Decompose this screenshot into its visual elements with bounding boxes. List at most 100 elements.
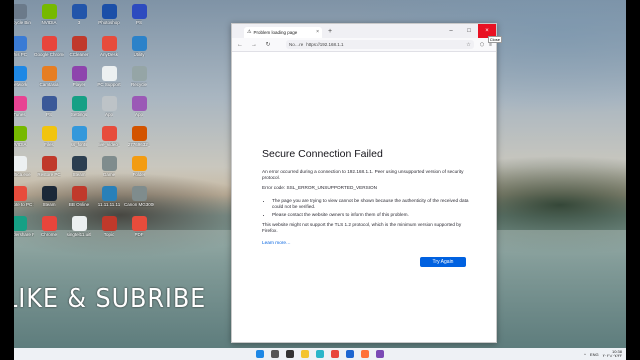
start-icon[interactable] — [256, 350, 264, 358]
edge-icon[interactable] — [316, 350, 324, 358]
desktop-icon[interactable]: Canon MG3000 — [124, 186, 154, 216]
desktop-icon[interactable]: 11.11.11.11 — [94, 186, 124, 216]
desktop-icon[interactable]: 3 — [64, 4, 94, 34]
desktop-icon[interactable]: ss_fonts — [64, 126, 94, 156]
taskbar-apps — [256, 350, 384, 358]
desktop-icon-label: singtel11.uitl — [66, 232, 92, 237]
desktop-icon-label: PDF — [134, 232, 144, 237]
desktop-icon[interactable]: PDF — [124, 216, 154, 246]
desktop-icon[interactable]: App — [124, 96, 154, 126]
minimize-button[interactable]: – — [442, 24, 460, 38]
new-tab-button[interactable]: + — [328, 28, 332, 35]
desktop-icon[interactable]: Steam — [34, 186, 64, 216]
desktop-icon[interactable]: Topic — [94, 216, 124, 246]
desktop-app-icon — [41, 96, 57, 111]
desktop-icon[interactable]: Steam — [64, 156, 94, 186]
desktop-icon[interactable]: 27769632_ — [124, 126, 154, 156]
desktop-icon-label: Settings — [70, 112, 88, 117]
desktop-icon[interactable]: singtel11.uitl — [64, 216, 94, 246]
tab-close-icon[interactable]: × — [316, 29, 319, 35]
reload-button[interactable]: ↻ — [264, 41, 272, 48]
desktop-app-icon — [101, 66, 117, 81]
file-explorer-icon[interactable] — [301, 350, 309, 358]
desktop-icon[interactable]: Files — [34, 126, 64, 156]
url-text[interactable]: https://192.168.1.1 — [306, 42, 343, 47]
desktop-icon[interactable]: Recycle — [124, 66, 154, 96]
desktop-icon-label: PS — [45, 112, 52, 117]
url-bar[interactable]: No…re https://192.168.1.1 ☆ — [286, 40, 474, 49]
error-title: Secure Connection Failed — [262, 148, 383, 160]
desktop-icon-label: NVIDIA — [41, 20, 57, 25]
firefox-icon[interactable] — [361, 350, 369, 358]
desktop-app-icon — [41, 216, 57, 231]
desktop-app-icon — [41, 4, 57, 19]
error-bullets: The page you are trying to view cannot b… — [272, 198, 477, 219]
desktop-icon[interactable]: PS — [124, 4, 154, 34]
tab-problem-loading[interactable]: ⚠ Problem loading page × — [244, 26, 322, 38]
clock[interactable]: 10:38 ۲۰۲۱/۰۷/۲۲ — [603, 349, 622, 359]
desktop-icon[interactable]: Google Chrome — [34, 36, 64, 66]
desktop-icon-label: live_video_ — [97, 142, 121, 147]
desktop-app-icon — [101, 216, 117, 231]
desktop-app-icon — [131, 156, 147, 171]
desktop-icon[interactable]: CCleaner — [64, 36, 94, 66]
error-note: This website might not support the TLS 1… — [262, 222, 462, 234]
taskbar: ^ ENG 10:38 ۲۰۲۱/۰۷/۲۲ — [0, 348, 640, 360]
desktop-icon-grid: Recycle Bin NVIDIA 3 Photoshop PS This PC Goog… — [2, 2, 154, 332]
desktop-app-icon — [131, 66, 147, 81]
error-bullet: The page you are trying to view cannot b… — [272, 198, 477, 210]
bookmark-star-icon[interactable]: ☆ — [466, 42, 470, 48]
store-icon[interactable] — [346, 350, 354, 358]
desktop-icon[interactable]: live_video_ — [94, 126, 124, 156]
desktop-icon-label: Folder — [132, 172, 146, 177]
desktop-app-icon — [71, 36, 87, 51]
desktop-icon[interactable]: BB Online — [64, 186, 94, 216]
desktop-icon[interactable]: AnyDesk — [94, 36, 124, 66]
forward-button[interactable]: → — [250, 42, 258, 48]
desktop-icon[interactable]: Settings — [64, 96, 94, 126]
language-indicator[interactable]: ENG — [590, 352, 599, 357]
chrome-icon[interactable] — [331, 350, 339, 358]
learn-more-link[interactable]: Learn more… — [262, 240, 477, 245]
desktop-icon[interactable]: Folder — [124, 156, 154, 186]
desktop-icon[interactable]: Photoshop — [94, 4, 124, 34]
desktop-app-icon — [131, 216, 147, 231]
desktop-icon-label: Google Chrome — [34, 52, 64, 57]
desktop-icon[interactable]: Camtasia — [34, 66, 64, 96]
desktop-icon-label: Topic — [103, 232, 115, 237]
desktop-app-icon — [101, 186, 117, 201]
try-again-button[interactable]: Try Again — [420, 257, 466, 267]
desktop-app-icon — [71, 96, 87, 111]
search-icon[interactable] — [271, 350, 279, 358]
maximize-button[interactable]: □ — [460, 24, 478, 38]
security-indicator[interactable]: No…re — [289, 42, 303, 47]
task-view-icon[interactable] — [286, 350, 294, 358]
desktop-icon-label: AnyDesk — [99, 52, 118, 57]
desktop-app-icon — [101, 156, 117, 171]
desktop-icon[interactable]: PC Support — [94, 66, 124, 96]
desktop-icon-label: Restore PC — [37, 172, 61, 177]
desktop-icon-label: Canon MG3000 — [124, 202, 154, 207]
pocket-icon[interactable]: ⬡ — [480, 42, 484, 48]
desktop-icon[interactable]: Restore PC — [34, 156, 64, 186]
desktop-app-icon — [101, 96, 117, 111]
desktop-icon[interactable]: App — [94, 96, 124, 126]
desktop-app-icon — [131, 186, 147, 201]
desktop-icon[interactable]: PS — [34, 96, 64, 126]
desktop-icon-label: Utility — [133, 52, 145, 57]
back-button[interactable]: ← — [236, 42, 244, 48]
error-panel: Secure Connection Failed An error occurr… — [262, 148, 477, 245]
tray-chevron-icon[interactable]: ^ — [584, 352, 586, 357]
desktop-icon[interactable]: Utility — [124, 36, 154, 66]
tab-strip: ⚠ Problem loading page × + – □ × Close — [232, 24, 502, 43]
desktop-app-icon — [101, 36, 117, 51]
desktop-icon[interactable]: NVIDIA — [34, 4, 64, 34]
desktop-icon[interactable]: Player — [64, 66, 94, 96]
desktop-icon[interactable]: Chrome — [34, 216, 64, 246]
desktop-app-icon — [101, 4, 117, 19]
desktop-app-icon — [41, 126, 57, 141]
desktop-icon[interactable]: Game — [94, 156, 124, 186]
desktop-app-icon — [131, 36, 147, 51]
error-code: Error code: SSL_ERROR_UNSUPPORTED_VERSIO… — [262, 185, 378, 191]
photos-icon[interactable] — [376, 350, 384, 358]
